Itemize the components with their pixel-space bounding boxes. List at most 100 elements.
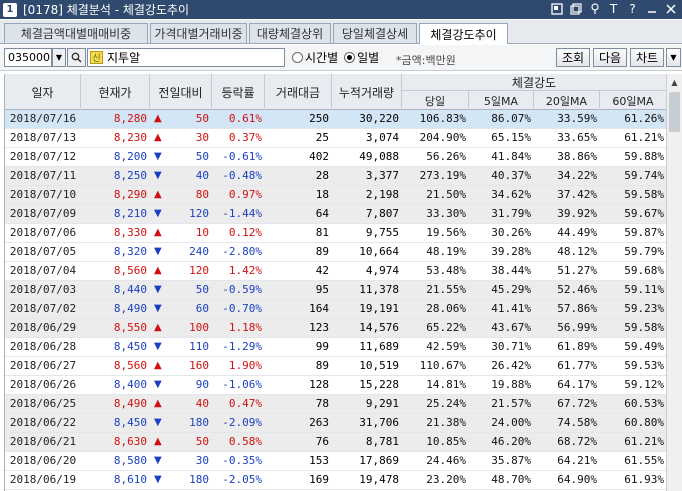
header-rate[interactable]: 등락률 (212, 74, 265, 110)
cell-price: 8,580 (113, 454, 147, 467)
cell-volume: 17,869 (359, 454, 399, 467)
change-arrow-icon: ▲ (154, 436, 162, 447)
header-date[interactable]: 일자 (5, 74, 81, 110)
header-change[interactable]: 전일대비 (150, 74, 212, 110)
table-row[interactable]: 2018/06/20 8,580 ▼ 30 -0.35% 153 17,869 24.46% 3… (5, 452, 666, 471)
change-arrow-icon: ▼ (154, 208, 162, 219)
cell-amount: 164 (309, 302, 329, 315)
cell-date: 2018/07/12 (9, 150, 77, 163)
cell-ma5: 34.62% (491, 188, 531, 201)
grid-header: 일자 현재가 전일대비 등락률 거래대금 누적거래량 체결강도 당일 5일MA … (5, 74, 666, 110)
period-radio-group: 시간별 일별 (292, 49, 379, 66)
cell-amount: 89 (315, 359, 329, 372)
radio-time[interactable]: 시간별 (292, 49, 338, 66)
table-row[interactable]: 2018/06/21 8,630 ▲ 50 0.58% 76 8,781 10.85% 46.2… (5, 433, 666, 452)
table-row[interactable]: 2018/07/04 8,560 ▲ 120 1.42% 42 4,974 53.48% 38.… (5, 262, 666, 281)
cell-today: 19.56% (426, 226, 466, 239)
query-button[interactable]: 조회 (556, 48, 590, 67)
more-dropdown-button[interactable]: ▼ (666, 48, 681, 67)
header-ma60[interactable]: 60일MA (600, 91, 666, 110)
search-icon (71, 52, 82, 63)
cell-ma20: 74.58% (557, 416, 597, 429)
tab-today-detail[interactable]: 당일체결상세 (333, 23, 417, 43)
pin-icon[interactable] (587, 1, 602, 16)
font-size-icon[interactable]: T (606, 1, 621, 16)
change-arrow-icon: ▼ (154, 246, 162, 257)
help-icon[interactable]: ? (625, 1, 640, 16)
cell-amount: 81 (315, 226, 329, 239)
chart-button[interactable]: 차트 (630, 48, 664, 67)
radio-day[interactable]: 일별 (344, 49, 379, 66)
close-icon[interactable] (663, 1, 678, 16)
header-today[interactable]: 당일 (402, 91, 469, 110)
table-row[interactable]: 2018/06/19 8,610 ▼ 180 -2.05% 169 19,478 23.20%… (5, 471, 666, 490)
cell-today: 28.06% (426, 302, 466, 315)
header-amount[interactable]: 거래대금 (265, 74, 332, 110)
scroll-thumb[interactable] (669, 92, 680, 132)
cell-price: 8,400 (113, 378, 147, 391)
header-ma20[interactable]: 20일MA (534, 91, 600, 110)
cell-change: 50 (195, 150, 209, 163)
header-strength-group: 체결강도 (402, 74, 666, 91)
tab-large-trades[interactable]: 대량체결상위 (249, 23, 331, 43)
cell-rate: 0.61% (228, 112, 262, 125)
tab-trade-amount-ratio[interactable]: 체결금액대별매매비중 (4, 23, 148, 43)
change-arrow-icon: ▼ (154, 151, 162, 162)
table-row[interactable]: 2018/07/02 8,490 ▼ 60 -0.70% 164 19,191 28.06% 4… (5, 300, 666, 319)
cell-price: 8,560 (113, 359, 147, 372)
cell-amount: 402 (309, 150, 329, 163)
cell-date: 2018/07/03 (9, 283, 77, 296)
table-row[interactable]: 2018/06/25 8,490 ▲ 40 0.47% 78 9,291 25.24% 21.5… (5, 395, 666, 414)
cell-change: 60 (195, 302, 209, 315)
table-row[interactable]: 2018/06/28 8,450 ▼ 110 -1.29% 99 11,689 42.59% 3… (5, 338, 666, 357)
strength-grid: 일자 현재가 전일대비 등락률 거래대금 누적거래량 체결강도 당일 5일MA … (4, 74, 666, 491)
header-volume[interactable]: 누적거래량 (332, 74, 402, 110)
cell-rate: 0.47% (228, 397, 262, 410)
change-arrow-icon: ▲ (154, 189, 162, 200)
stock-search-button[interactable] (67, 48, 86, 67)
cell-change: 30 (195, 454, 209, 467)
vertical-scrollbar[interactable]: ▲ (666, 74, 682, 491)
header-ma5[interactable]: 5일MA (469, 91, 534, 110)
cell-today: 48.19% (426, 245, 466, 258)
tab-price-volume-ratio[interactable]: 가격대별거래비중 (150, 23, 247, 43)
table-row[interactable]: 2018/06/27 8,560 ▲ 160 1.90% 89 10,519 110.67% 2… (5, 357, 666, 376)
cell-date: 2018/06/26 (9, 378, 77, 391)
link-window-icon[interactable] (549, 1, 564, 16)
table-row[interactable]: 2018/06/29 8,550 ▲ 100 1.18% 123 14,576 65.22% 4… (5, 319, 666, 338)
cell-rate: 0.58% (228, 435, 262, 448)
next-button[interactable]: 다음 (593, 48, 627, 67)
cell-ma5: 35.87% (491, 454, 531, 467)
cell-rate: 1.42% (228, 264, 262, 277)
tab-trade-strength[interactable]: 체결강도추이 (419, 23, 508, 44)
table-row[interactable]: 2018/07/03 8,440 ▼ 50 -0.59% 95 11,378 21.55% 45… (5, 281, 666, 300)
change-arrow-icon: ▲ (154, 113, 162, 124)
header-price[interactable]: 현재가 (81, 74, 150, 110)
code-dropdown-button[interactable]: ▼ (52, 48, 66, 67)
cell-rate: -0.61% (222, 150, 262, 163)
table-row[interactable]: 2018/06/26 8,400 ▼ 90 -1.06% 128 15,228 14.81% 1… (5, 376, 666, 395)
table-row[interactable]: 2018/07/10 8,290 ▲ 80 0.97% 18 2,198 21.50% 34.6… (5, 186, 666, 205)
copy-window-icon[interactable] (568, 1, 583, 16)
cell-amount: 64 (315, 207, 329, 220)
query-toolbar: 035000 ▼ 신 지투알 시간별 일별 *금액:백만원 조회 다음 차트 ▼ (0, 45, 682, 71)
table-row[interactable]: 2018/07/05 8,320 ▼ 240 -2.80% 89 10,664 48.19% 3… (5, 243, 666, 262)
table-row[interactable]: 2018/07/16 8,280 ▲ 50 0.61% 250 30,220 106.83% 8… (5, 110, 666, 129)
table-row[interactable]: 2018/07/11 8,250 ▼ 40 -0.48% 28 3,377 273.19% 40… (5, 167, 666, 186)
table-row[interactable]: 2018/06/22 8,450 ▼ 180 -2.09% 263 31,706 21.38%… (5, 414, 666, 433)
cell-price: 8,320 (113, 245, 147, 258)
table-row[interactable]: 2018/07/13 8,230 ▲ 30 0.37% 25 3,074 204.90% 65.… (5, 129, 666, 148)
table-row[interactable]: 2018/07/12 8,200 ▼ 50 -0.61% 402 49,088 56.26% 4… (5, 148, 666, 167)
table-row[interactable]: 2018/07/06 8,330 ▲ 10 0.12% 81 9,755 19.56% 30.2… (5, 224, 666, 243)
cell-ma5: 40.37% (491, 169, 531, 182)
cell-rate: -2.05% (222, 473, 262, 486)
cell-volume: 9,291 (365, 397, 399, 410)
cell-rate: -2.09% (222, 416, 262, 429)
minimize-icon[interactable] (644, 1, 659, 16)
stock-code-input[interactable]: 035000 (4, 48, 52, 67)
scroll-up-button[interactable]: ▲ (667, 74, 682, 90)
cell-ma5: 48.70% (491, 473, 531, 486)
table-row[interactable]: 2018/07/09 8,210 ▼ 120 -1.44% 64 7,807 33.30% 31… (5, 205, 666, 224)
stock-name-field[interactable]: 신 지투알 (87, 48, 285, 67)
cell-price: 8,280 (113, 112, 147, 125)
